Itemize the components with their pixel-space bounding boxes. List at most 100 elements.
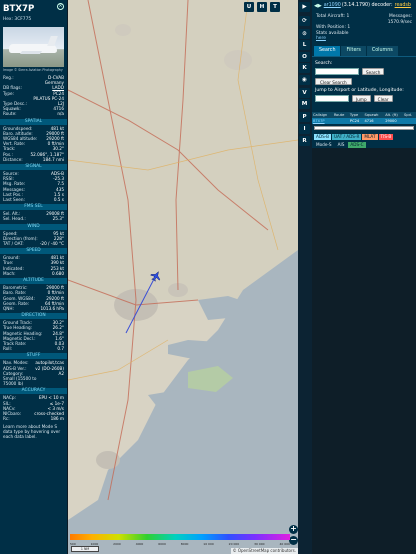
legend-item: UAT / ADS-R	[331, 133, 362, 140]
panel-empty-area	[312, 148, 416, 554]
section-header-direction[interactable]: DIRECTION	[0, 313, 67, 320]
info-key: Sel. Head.:	[3, 216, 26, 222]
altitude-legend-labels: 500 1000 2000 4000 6000 8000 10 000 20 000 30 00…	[70, 542, 290, 546]
altitude-legend-label: 20 000	[228, 542, 240, 546]
jump-button[interactable]: Jump	[352, 94, 371, 102]
section-header-accuracy[interactable]: ACCURACY	[0, 388, 67, 395]
scale-bar: 1 NM	[71, 546, 99, 552]
section-header-signal[interactable]: SIGNAL	[0, 164, 67, 171]
info-row: Sel. Head.: 25.3°	[0, 216, 67, 221]
strip-button-1[interactable]: ⟳	[299, 16, 310, 26]
clear-jump-button[interactable]: Clear	[373, 94, 393, 102]
strip-button-10[interactable]: I	[299, 124, 310, 134]
info-row: Mach: 0.680	[0, 271, 67, 276]
aircraft-table: Callsign Route Type Squawk Alt. (ft) Spd. BTX…	[312, 111, 416, 124]
info-value: -20 / -40 °C	[39, 241, 64, 247]
callsign-row: BTX7P ×	[0, 0, 67, 17]
info-key: Roll:	[3, 346, 13, 352]
strip-button-2[interactable]: ⊙	[299, 29, 310, 39]
basic-info-list: Reg.: D-CVAB Germany DB flags: LADD Type: PC24…	[0, 75, 67, 117]
table-body: BTX7P PC24 4716 29000	[312, 117, 416, 124]
search-button[interactable]: Search	[362, 67, 385, 75]
info-key: Distance:	[3, 156, 23, 162]
info-value: 184.7 nmi	[42, 156, 64, 162]
strip-button-11[interactable]: R	[299, 136, 310, 146]
panel-header: ◀▶ ar1090 (3.14.1790) decoder: readsb	[312, 0, 416, 11]
legend-item: MLAT	[362, 133, 378, 140]
altitude-legend-label: 30 000	[254, 542, 265, 546]
map-canvas[interactable]	[68, 0, 298, 554]
stats-here-link[interactable]: here	[316, 36, 412, 42]
search-label: Search:	[315, 60, 333, 66]
info-row: Roll: 0.7	[0, 346, 67, 351]
info-key: Last Seen:	[3, 197, 25, 203]
info-value: A2	[58, 370, 64, 376]
info-key: Mach:	[3, 270, 16, 276]
search-input[interactable]	[315, 67, 359, 75]
aircraft-list-panel: ◀▶ ar1090 (3.14.1790) decoder: readsb To…	[312, 0, 416, 554]
strip-button-9[interactable]: P	[299, 112, 310, 122]
info-row: TAT / OAT: -20 / -40 °C	[0, 241, 67, 246]
jump-input[interactable]	[315, 94, 349, 102]
info-value: 186 m	[50, 416, 64, 422]
search-panel: Search: Search Clear Search Jump to Airp…	[312, 55, 416, 109]
table-cell[interactable]: BTX7P	[312, 117, 333, 124]
info-key: 75000 lb)	[3, 381, 24, 387]
zoom-out-button[interactable]: −	[289, 536, 298, 545]
app-version: (3.14.1790) decoder:	[341, 3, 393, 8]
info-value: n/a	[57, 111, 64, 117]
info-value: 0.5 s	[53, 197, 64, 203]
info-row: QNH: 1013.6 hPa	[0, 306, 67, 311]
strip-button-6[interactable]: ◉	[299, 75, 310, 85]
close-icon[interactable]: ×	[57, 3, 64, 10]
section-header-spatial[interactable]: SPATIAL	[0, 118, 67, 125]
info-key: TAT / OAT:	[3, 241, 24, 247]
tab-search[interactable]: Search	[314, 45, 341, 56]
table-scrollbar[interactable]	[314, 125, 414, 130]
table-row[interactable]: BTX7P PC24 4716 29000	[312, 117, 416, 124]
strip-button-0[interactable]: ▶	[299, 2, 310, 12]
section-header-wind[interactable]: WIND	[0, 223, 67, 230]
messages-rate: 1570.9/sec	[387, 19, 412, 25]
plane-wing	[19, 51, 43, 54]
zoom-in-button[interactable]: +	[289, 525, 298, 534]
panel-tabs: Search Filters Columns	[314, 45, 414, 56]
strip-button-7[interactable]: V	[299, 88, 310, 98]
jump-label: Jump to Airport or Latitude, Longitude:	[315, 87, 404, 93]
tab-columns[interactable]: Columns	[366, 45, 398, 56]
map-button-h[interactable]: H	[257, 2, 267, 12]
info-key: Type:	[3, 90, 15, 96]
table-cell: 29000	[384, 117, 404, 124]
messages-label: Messages:	[388, 14, 412, 19]
aircraft-info-panel: BTX7P × Hex: 3CF775 Image © Sierra Aviat…	[0, 0, 68, 554]
table-cell: 4716	[363, 117, 385, 124]
app-name-link[interactable]: ar1090	[324, 3, 341, 8]
info-value: 0.680	[52, 270, 64, 276]
tab-filters[interactable]: Filters	[341, 45, 366, 56]
collapse-arrows-icon[interactable]: ◀▶	[314, 3, 322, 9]
stats-row: Total Aircraft: 1 Messages: 1570.9/sec	[312, 11, 416, 25]
map-attribution[interactable]: © OpenStreetMap contributors.	[230, 548, 298, 554]
map-view[interactable]: U H T + − 500 1000 2000 4000 6000 8000 10 000 2…	[68, 0, 298, 554]
total-aircraft: Total Aircraft: 1	[316, 14, 350, 19]
map-button-u[interactable]: U	[244, 2, 254, 12]
map-button-t[interactable]: T	[270, 2, 280, 12]
map-control-strip: ▶ ⟳ ⊙ L O K ◉ V M P I R	[298, 0, 312, 554]
strip-button-8[interactable]: M	[299, 99, 310, 109]
section-header-speed[interactable]: SPEED	[0, 248, 67, 255]
info-row: 75000 lb)	[0, 381, 67, 386]
info-value: 25.3°	[52, 216, 64, 222]
legend-item: TIS-B	[378, 133, 394, 140]
hex-code: Hex: 3CF775	[3, 17, 32, 22]
strip-button-3[interactable]: L	[299, 40, 310, 50]
section-header-fms-sel[interactable]: FMS SEL	[0, 204, 67, 211]
decoder-link[interactable]: readsb	[395, 3, 411, 8]
section-header-altitude[interactable]: ALTITUDE	[0, 278, 67, 285]
aircraft-callsign: BTX7P	[3, 3, 35, 14]
aircraft-photo[interactable]	[3, 27, 64, 67]
strip-button-5[interactable]: K	[299, 63, 310, 73]
section-header-stuff[interactable]: STUFF	[0, 353, 67, 360]
clear-search-button[interactable]: Clear Search	[315, 77, 352, 85]
info-key: Route:	[3, 111, 17, 117]
strip-button-4[interactable]: O	[299, 52, 310, 62]
